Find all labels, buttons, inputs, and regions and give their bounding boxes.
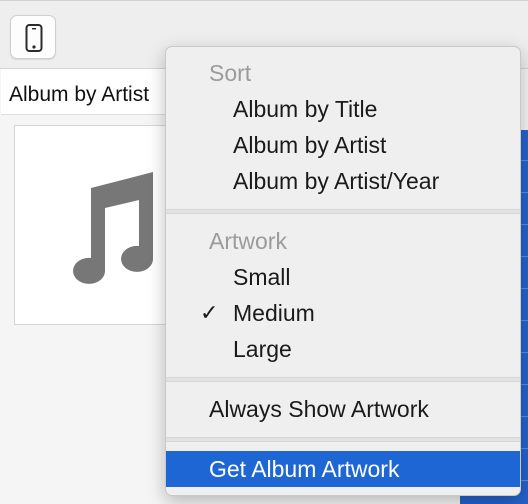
column-header-label: Album by Artist (9, 83, 150, 106)
view-options-menu: Sort Album by Title Album by Artist Albu… (165, 46, 521, 496)
menu-item-artwork-medium[interactable]: ✓ Medium (166, 295, 520, 331)
device-button[interactable] (10, 15, 56, 59)
menu-item-album-by-artist[interactable]: Album by Artist (166, 127, 520, 163)
sort-header: Sort (209, 60, 252, 86)
menu-item-album-by-artist-year[interactable]: Album by Artist/Year (166, 163, 520, 199)
artwork-header: Artwork (209, 228, 287, 254)
menu-separator (166, 437, 520, 442)
menu-item-label: Album by Artist (233, 132, 387, 158)
menu-item-album-by-title[interactable]: Album by Title (166, 91, 520, 127)
menu-item-always-show-artwork[interactable]: Always Show Artwork (166, 391, 520, 427)
menu-separator (166, 209, 520, 214)
music-note-icon (73, 172, 154, 284)
menu-item-label: Album by Artist/Year (233, 168, 440, 194)
menu-item-artwork-small[interactable]: Small (166, 259, 520, 295)
menu-item-artwork-large[interactable]: Large (166, 331, 520, 367)
menu-separator (166, 377, 520, 382)
checkmark-icon: ✓ (200, 300, 219, 325)
menu-item-get-album-artwork[interactable]: Get Album Artwork (166, 451, 520, 487)
iphone-icon (25, 24, 43, 52)
menu-item-label: Large (233, 336, 292, 362)
menu-item-label: Always Show Artwork (209, 396, 429, 422)
menu-item-label: Small (233, 264, 291, 290)
menu-item-label: Get Album Artwork (209, 456, 400, 482)
menu-item-label: Album by Title (233, 96, 378, 122)
menu-item-label: Medium (233, 300, 315, 326)
